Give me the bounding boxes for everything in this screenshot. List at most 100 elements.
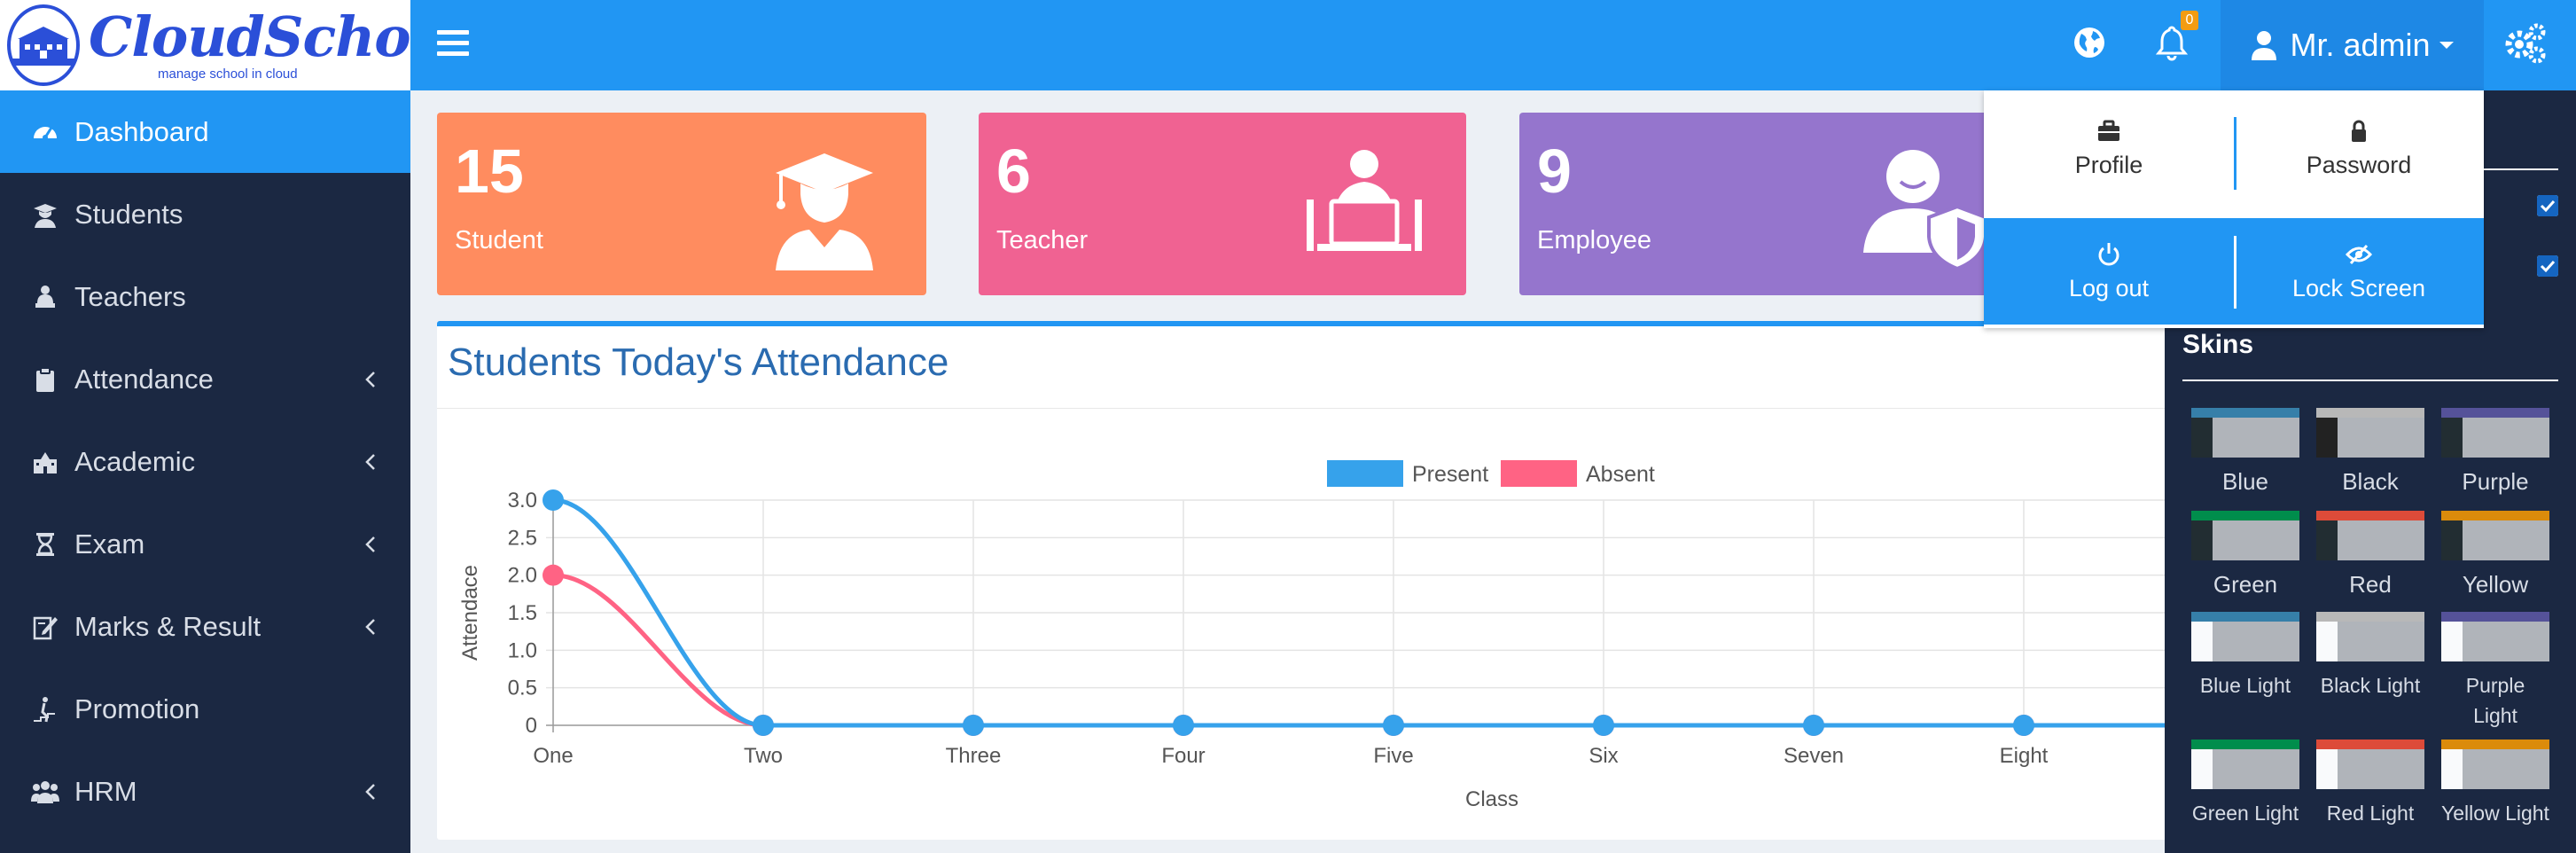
skin-preview <box>2191 740 2299 789</box>
stat-box-employees[interactable]: 9 Employee <box>1519 113 1998 295</box>
skin-label: Blue Light <box>2199 674 2291 697</box>
sidebar-item-exam[interactable]: Exam <box>0 503 410 585</box>
skin-label: Red <box>2349 571 2392 598</box>
profile-button[interactable]: Profile <box>1984 90 2234 206</box>
chevron-left-icon <box>364 446 377 478</box>
briefcase-icon <box>2098 120 2119 141</box>
chevron-left-icon <box>364 364 377 395</box>
x-tick-label: One <box>533 744 573 768</box>
lock-screen-button[interactable]: Lock Screen <box>2234 218 2484 325</box>
skin-label: Yellow Light <box>2441 802 2549 825</box>
skin-option-blue[interactable]: Blue <box>2191 408 2299 497</box>
divider <box>2234 236 2236 309</box>
divider <box>2234 117 2236 190</box>
caret-down-icon <box>2439 42 2454 49</box>
stat-box-students[interactable]: 15 Student <box>437 113 926 295</box>
sidebar-item-promotion[interactable]: Promotion <box>0 668 410 750</box>
stat-label: Teacher <box>996 226 1089 254</box>
sidebar-item-teachers[interactable]: Teachers <box>0 255 410 338</box>
edit-document-icon <box>30 612 60 642</box>
lock-screen-label: Lock Screen <box>2291 274 2426 301</box>
skin-preview <box>2441 511 2549 560</box>
x-axis-label: Class <box>1465 787 1518 811</box>
gears-icon[interactable] <box>2502 21 2546 64</box>
graduate-icon <box>758 137 891 270</box>
hourglass-icon <box>30 529 60 560</box>
y-axis-label: Attendace <box>458 565 482 661</box>
data-point-present <box>1803 715 1824 736</box>
users-group-icon <box>30 777 60 807</box>
password-button[interactable]: Password <box>2234 90 2484 206</box>
stat-box-teachers[interactable]: 6 Teacher <box>979 113 1466 295</box>
school-building-logo-icon <box>7 4 80 86</box>
skin-preview <box>2316 740 2424 789</box>
skin-option-green-light[interactable]: Green Light <box>2191 740 2299 828</box>
logout-button[interactable]: Log out <box>1984 218 2234 325</box>
skin-option-yellow[interactable]: Yellow <box>2441 511 2549 599</box>
sidebar-item-label: Marks & Result <box>74 610 262 642</box>
skin-option-purple-light[interactable]: Purple Light <box>2441 612 2549 731</box>
user-dropdown-menu: Profile Password Log out Lock Screen <box>1984 90 2484 328</box>
notifications-bell-icon[interactable]: 0 <box>2152 11 2198 66</box>
legend-label: Present <box>1412 462 1488 487</box>
chevron-left-icon <box>364 611 377 643</box>
skin-preview <box>2441 612 2549 661</box>
data-point-present <box>1173 715 1194 736</box>
stat-label: Student <box>455 226 543 254</box>
data-point-absent <box>543 564 564 586</box>
skin-label: Purple <box>2462 468 2529 495</box>
eye-slash-icon <box>2346 244 2372 264</box>
lock-icon <box>2352 120 2366 142</box>
skin-label: Black Light <box>2320 674 2421 697</box>
y-tick-label: 2.5 <box>508 526 537 550</box>
x-tick-label: Six <box>1589 744 1618 768</box>
sidebar-item-hrm[interactable]: HRM <box>0 750 410 833</box>
user-name: Mr. admin <box>2290 27 2431 63</box>
skin-preview <box>2441 408 2549 458</box>
data-point-present <box>753 715 774 736</box>
sidebar-item-marks-result[interactable]: Marks & Result <box>0 585 410 668</box>
option-checkbox[interactable] <box>2537 195 2558 216</box>
user-menu-toggle[interactable]: Mr. admin <box>2221 0 2484 90</box>
skin-preview <box>2191 511 2299 560</box>
skin-option-purple[interactable]: Purple <box>2441 408 2549 497</box>
data-point-present <box>2013 715 2034 736</box>
skin-preview <box>2316 408 2424 458</box>
skin-preview <box>2441 740 2549 789</box>
x-tick-label: Five <box>1373 744 1413 768</box>
sidebar-item-attendance[interactable]: Attendance <box>0 338 410 420</box>
sidebar-item-label: Dashboard <box>74 115 209 147</box>
data-point-present <box>1593 715 1614 736</box>
skin-label: Blue <box>2221 468 2269 495</box>
sidebar-item-label: Attendance <box>74 363 214 395</box>
option-checkbox[interactable] <box>2537 255 2558 277</box>
skin-option-blue-light[interactable]: Blue Light <box>2191 612 2299 700</box>
menu-toggle-icon[interactable] <box>437 30 469 59</box>
main-sidebar: Dashboard Students Teachers Attendance Acade… <box>0 90 410 853</box>
brand-logo[interactable]: CloudSchool manage school in cloud <box>0 0 467 90</box>
skins-heading: Skins <box>2182 330 2254 359</box>
skin-option-black-light[interactable]: Black Light <box>2316 612 2424 700</box>
dashboard-icon <box>30 117 60 147</box>
skin-option-red[interactable]: Red <box>2316 511 2424 599</box>
skin-label: Green Light <box>2191 802 2299 825</box>
skin-option-yellow-light[interactable]: Yellow Light <box>2441 740 2549 828</box>
teacher-icon <box>30 282 60 312</box>
sidebar-item-label: Exam <box>74 528 145 560</box>
skin-option-green[interactable]: Green <box>2191 511 2299 599</box>
skin-preview <box>2191 408 2299 458</box>
data-point-present <box>1383 715 1404 736</box>
sidebar-item-label: Students <box>74 198 183 230</box>
school-building-icon <box>30 447 60 477</box>
stairs-walk-icon <box>30 694 60 724</box>
sidebar-item-students[interactable]: Students <box>0 173 410 255</box>
skin-option-red-light[interactable]: Red Light <box>2316 740 2424 828</box>
globe-icon[interactable] <box>2070 23 2112 66</box>
sidebar-item-dashboard[interactable]: Dashboard <box>0 90 410 173</box>
brand-name: CloudSchool <box>89 4 467 69</box>
password-label: Password <box>2306 151 2412 178</box>
sidebar-item-academic[interactable]: Academic <box>0 420 410 503</box>
section-divider <box>2182 380 2558 381</box>
skin-option-black[interactable]: Black <box>2316 408 2424 497</box>
skin-label: Purple Light <box>2465 674 2525 727</box>
